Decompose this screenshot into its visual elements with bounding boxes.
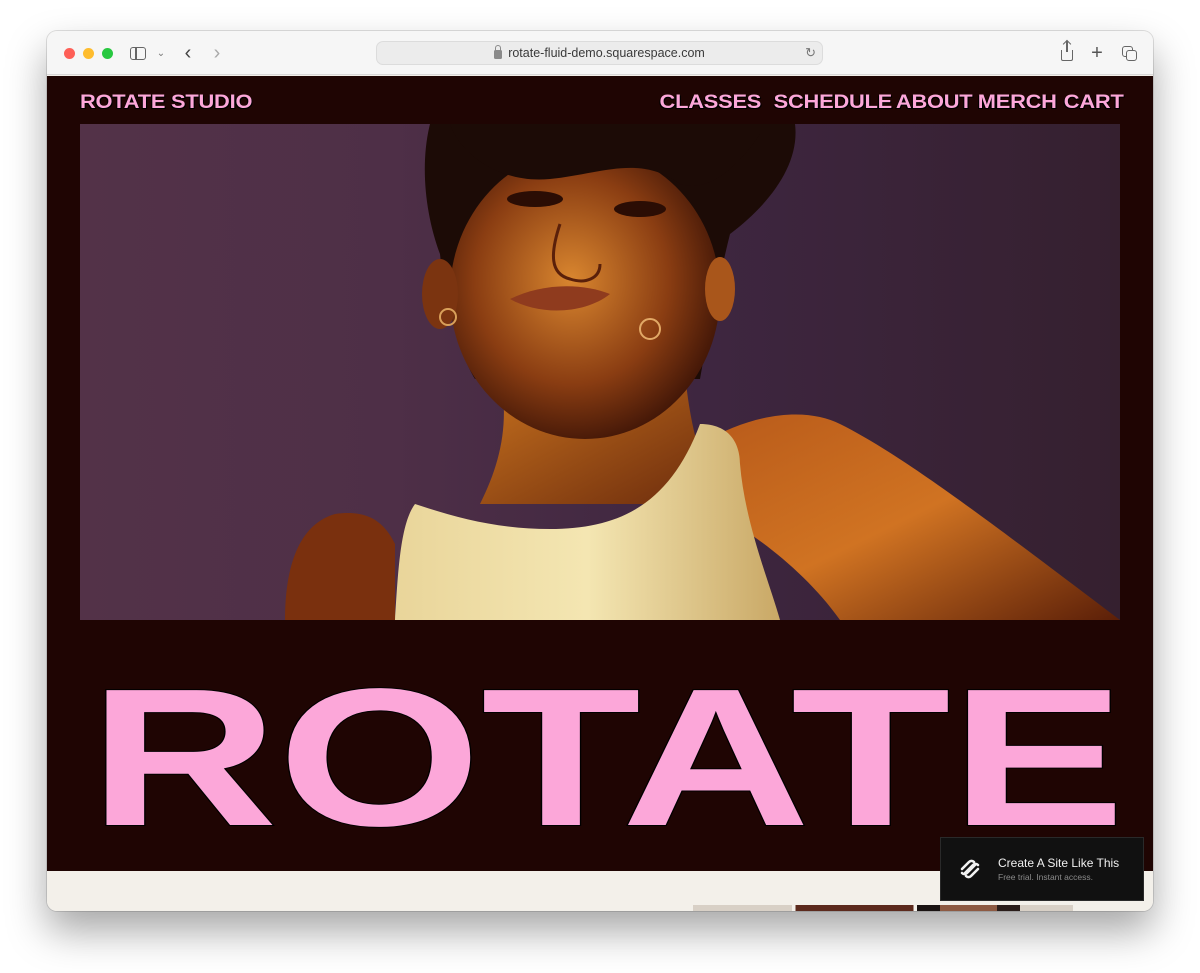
minimize-window-button[interactable] xyxy=(83,48,94,59)
share-icon xyxy=(1061,41,1073,61)
plus-icon: + xyxy=(1091,41,1103,64)
chevron-down-icon: ⌄ xyxy=(156,47,166,59)
site-navigation: CLASSES SCHEDULE ABOUT MERCH CART xyxy=(660,91,1123,114)
create-site-badge[interactable]: Create A Site Like This Free trial. Inst… xyxy=(940,837,1144,901)
url-text: rotate-fluid-demo.squarespace.com xyxy=(508,46,705,60)
sidebar-icon xyxy=(130,46,146,60)
zoom-window-button[interactable] xyxy=(102,48,113,59)
nav-about[interactable]: ABOUT xyxy=(896,91,973,114)
reload-icon[interactable]: ↻ xyxy=(805,45,816,61)
chevron-left-icon: ‹ xyxy=(184,41,192,64)
back-button[interactable]: ‹ xyxy=(181,41,195,64)
right-eye xyxy=(614,201,666,217)
hero-illustration xyxy=(285,124,1120,620)
chevron-right-icon: › xyxy=(213,41,221,64)
browser-toolbar: ⌄ ‹ › rotate-fluid-demo.squarespace.com … xyxy=(47,31,1153,75)
headline-svg: ROTATE xyxy=(88,647,1126,868)
window-controls xyxy=(64,48,113,59)
left-eye xyxy=(507,191,563,207)
next-section-image-strip xyxy=(693,905,1073,911)
sidebar-toggle-button[interactable] xyxy=(129,43,147,63)
site-logo[interactable]: ROTATE STUDIO xyxy=(80,91,252,114)
lock-icon xyxy=(494,44,503,59)
headline-text: ROTATE xyxy=(89,648,1125,867)
nav-schedule[interactable]: SCHEDULE xyxy=(774,91,893,114)
new-tab-button[interactable]: + xyxy=(1089,41,1105,64)
tab-overview-button[interactable] xyxy=(1120,43,1138,63)
nav-cart[interactable]: CART xyxy=(1063,91,1123,114)
address-bar[interactable]: rotate-fluid-demo.squarespace.com ↻ xyxy=(376,41,823,65)
left-shoulder-shape xyxy=(285,513,395,620)
tab-group-dropdown-button[interactable]: ⌄ xyxy=(155,43,167,63)
hero-image xyxy=(80,124,1120,620)
nav-merch[interactable]: MERCH xyxy=(978,91,1057,114)
squarespace-logo-icon xyxy=(960,859,980,879)
badge-text: Create A Site Like This Free trial. Inst… xyxy=(998,856,1119,883)
close-window-button[interactable] xyxy=(64,48,75,59)
badge-title: Create A Site Like This xyxy=(998,855,1120,870)
nav-classes[interactable]: CLASSES xyxy=(660,91,762,114)
right-ear-shape xyxy=(705,257,735,321)
browser-window: ⌄ ‹ › rotate-fluid-demo.squarespace.com … xyxy=(47,31,1153,911)
forward-button[interactable]: › xyxy=(210,41,224,64)
tab-overview-icon xyxy=(1121,45,1137,61)
hero-headline: ROTATE xyxy=(88,647,1126,868)
share-button[interactable] xyxy=(1059,41,1075,63)
badge-subtitle: Free trial. Instant access. xyxy=(998,871,1093,882)
web-page: ROTATE STUDIO CLASSES SCHEDULE ABOUT MER… xyxy=(47,76,1153,871)
